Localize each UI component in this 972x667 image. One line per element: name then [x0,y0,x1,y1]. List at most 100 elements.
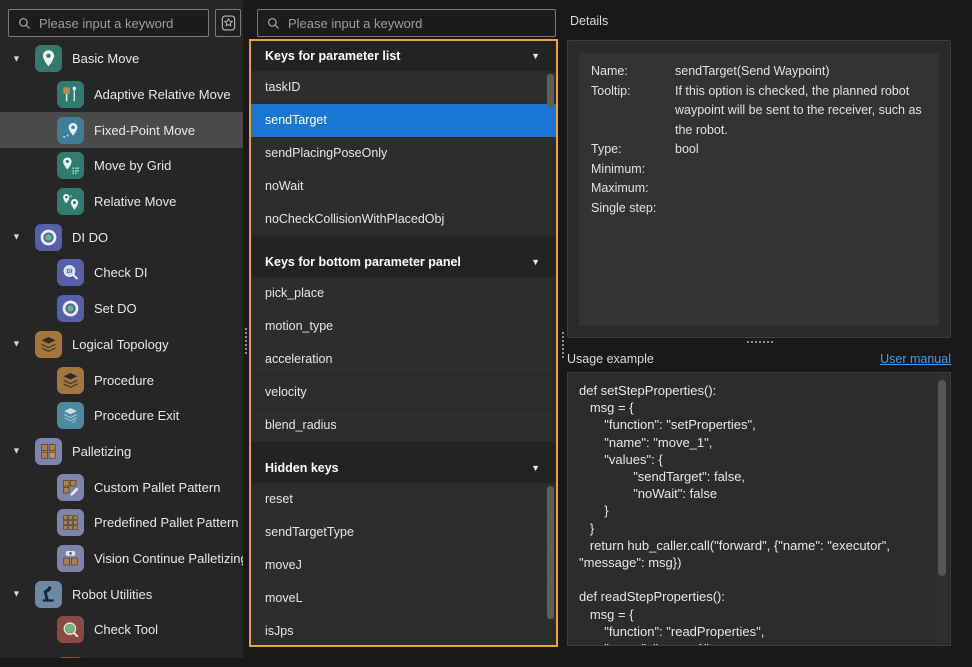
detail-field-value [675,160,927,180]
sidebar-item-adaptive-relative-move[interactable]: Adaptive Relative Move [0,77,243,113]
key-item-pick_place[interactable]: pick_place [251,277,556,310]
tree-item-label: Check DI [94,265,147,280]
key-item-moveL[interactable]: moveL [251,582,556,615]
sidebar-item-procedure[interactable]: Procedure [0,362,243,398]
expand-arrow-icon[interactable]: ▼ [12,447,21,456]
collapse-arrow-icon[interactable]: ▼ [531,52,540,61]
key-item-sendTarget[interactable]: sendTarget [251,104,556,137]
tree-item-label: DI DO [72,230,108,245]
key-item-noCheckCollisionWithPlacedObj[interactable]: noCheckCollisionWithPlacedObj [251,203,556,236]
section-header[interactable]: Hidden keys ▼ [251,453,556,483]
key-item-taskID[interactable]: taskID [251,71,556,104]
tree-item-label: Procedure Exit [94,408,179,423]
sidebar-item-check-tool[interactable]: Check Tool [0,612,243,648]
move-by-grid-icon [57,152,84,179]
code-scrollbar[interactable] [937,375,947,643]
key-item-blend_radius[interactable]: blend_radius [251,409,556,442]
expand-arrow-icon[interactable]: ▼ [12,340,21,349]
sidebar-item-check-di[interactable]: DI Check DI [0,255,243,291]
user-manual-link[interactable]: User manual [880,352,951,366]
sidebar-item-procedure-exit[interactable]: Procedure Exit [0,398,243,434]
list-scrollbar-thumb[interactable] [547,74,554,108]
usage-header: Usage example User manual [567,352,951,366]
key-item-velocity[interactable]: velocity [251,376,556,409]
tree-item-label: Custom Pallet Pattern [94,480,220,495]
sidebar-item-robot-utilities[interactable]: ▼Robot Utilities [0,576,243,612]
details-fields: Name:sendTarget(Send Waypoint)Tooltip:If… [579,53,939,218]
key-item-noWait[interactable]: noWait [251,170,556,203]
tree-item-label: Predefined Pallet Pattern [94,515,239,530]
procedure-exit-icon [57,402,84,429]
key-item-sendPlacingPoseOnly[interactable]: sendPlacingPoseOnly [251,137,556,170]
sidebar-item-custom-pallet-pattern[interactable]: Custom Pallet Pattern [0,469,243,505]
tree-item-label: Logical Topology [72,337,169,352]
io-ring-icon [35,224,62,251]
pallet-icon [35,438,62,465]
expand-arrow-icon[interactable]: ▼ [12,590,21,599]
section-title: Keys for parameter list [265,49,400,63]
key-item-sendTargetType[interactable]: sendTargetType [251,516,556,549]
tree-item-label: Relative Move [94,194,176,209]
tree-item-label: Basic Move [72,51,139,66]
detail-field-value: If this option is checked, the planned r… [675,82,927,141]
key-item-acceleration[interactable]: acceleration [251,343,556,376]
sidebar-item-relative-move[interactable]: Relative Move [0,184,243,220]
procedure-icon [57,367,84,394]
section-header[interactable]: Keys for parameter list ▼ [251,41,556,71]
details-usage-splitter[interactable] [747,341,773,343]
sidebar-item-logical-topology[interactable]: ▼ Logical Topology [0,327,243,363]
sidebar-search-input[interactable] [39,16,208,31]
section-header[interactable]: Keys for bottom parameter panel ▼ [251,247,556,277]
sidebar-item-predefined-pallet-pattern[interactable]: Predefined Pallet Pattern [0,505,243,541]
sidebar-item-palletizing[interactable]: ▼ Palletizing [0,434,243,470]
sidebar-item-fixed-point-move[interactable]: Fixed-Point Move [0,112,243,148]
tree-item-label: Vision Continue Palletizing [94,551,243,566]
key-list: taskIDsendTargetsendPlacingPoseOnlynoWai… [251,71,556,236]
keys-search-input[interactable] [288,16,555,31]
keys-search-box[interactable] [257,9,556,37]
sidebar-item-vision-continue-palletizing[interactable]: Vision Continue Palletizing [0,541,243,577]
star-badge-icon [220,14,237,32]
sidebar-item-di-do[interactable]: ▼ DI DO [0,219,243,255]
code-scrollbar-thumb[interactable] [938,380,946,576]
detail-field-value: sendTarget(Send Waypoint) [675,62,927,82]
sidebar-search-box[interactable] [8,9,209,37]
tree-item-label: Adaptive Relative Move [94,87,231,102]
app-window: ▼ Basic Move Adaptive Relative Move Fixed-P… [0,0,972,667]
collapse-arrow-icon[interactable]: ▼ [531,464,540,473]
sidebar-item-partial-item[interactable] [0,648,243,658]
keys-panel-splitter[interactable] [560,332,566,358]
key-item-isJps[interactable]: isJps [251,615,556,647]
detail-field-label: Tooltip: [591,82,675,141]
tree-item-label: Fixed-Point Move [94,123,195,138]
adaptive-move-icon [57,81,84,108]
layers-icon [35,331,62,358]
vision-pallet-icon [57,545,84,572]
section-title: Keys for bottom parameter panel [265,255,461,269]
robot-arm-icon [35,581,62,608]
custom-pallet-icon [57,474,84,501]
key-item-reset[interactable]: reset [251,483,556,516]
sidebar-item-set-do[interactable]: Set DO [0,291,243,327]
check-di-icon: DI [57,259,84,286]
search-icon [266,16,281,31]
section-title: Hidden keys [265,461,339,475]
key-item-motion_type[interactable]: motion_type [251,310,556,343]
relative-move-icon [57,188,84,215]
usage-code: def setStepProperties(): msg = { "functi… [568,373,950,646]
parameter-keys-panel: Keys for parameter list▼taskIDsendTarget… [249,39,558,647]
detail-field-value [675,199,927,219]
key-item-moveJ[interactable]: moveJ [251,549,556,582]
detail-field-value [675,179,927,199]
expand-arrow-icon[interactable]: ▼ [12,233,21,242]
collapse-arrow-icon[interactable]: ▼ [531,258,540,267]
tree-item-label: Procedure [94,373,154,388]
usage-example-title: Usage example [567,352,654,366]
favorites-button[interactable] [215,9,241,37]
sidebar-item-move-by-grid[interactable]: Move by Grid [0,148,243,184]
list-scrollbar-thumb[interactable] [547,486,554,619]
expand-arrow-icon[interactable]: ▼ [12,54,21,63]
sidebar-item-basic-move[interactable]: ▼ Basic Move [0,41,243,77]
clipped-item-icon [57,657,84,658]
tree-item-label: Palletizing [72,444,131,459]
